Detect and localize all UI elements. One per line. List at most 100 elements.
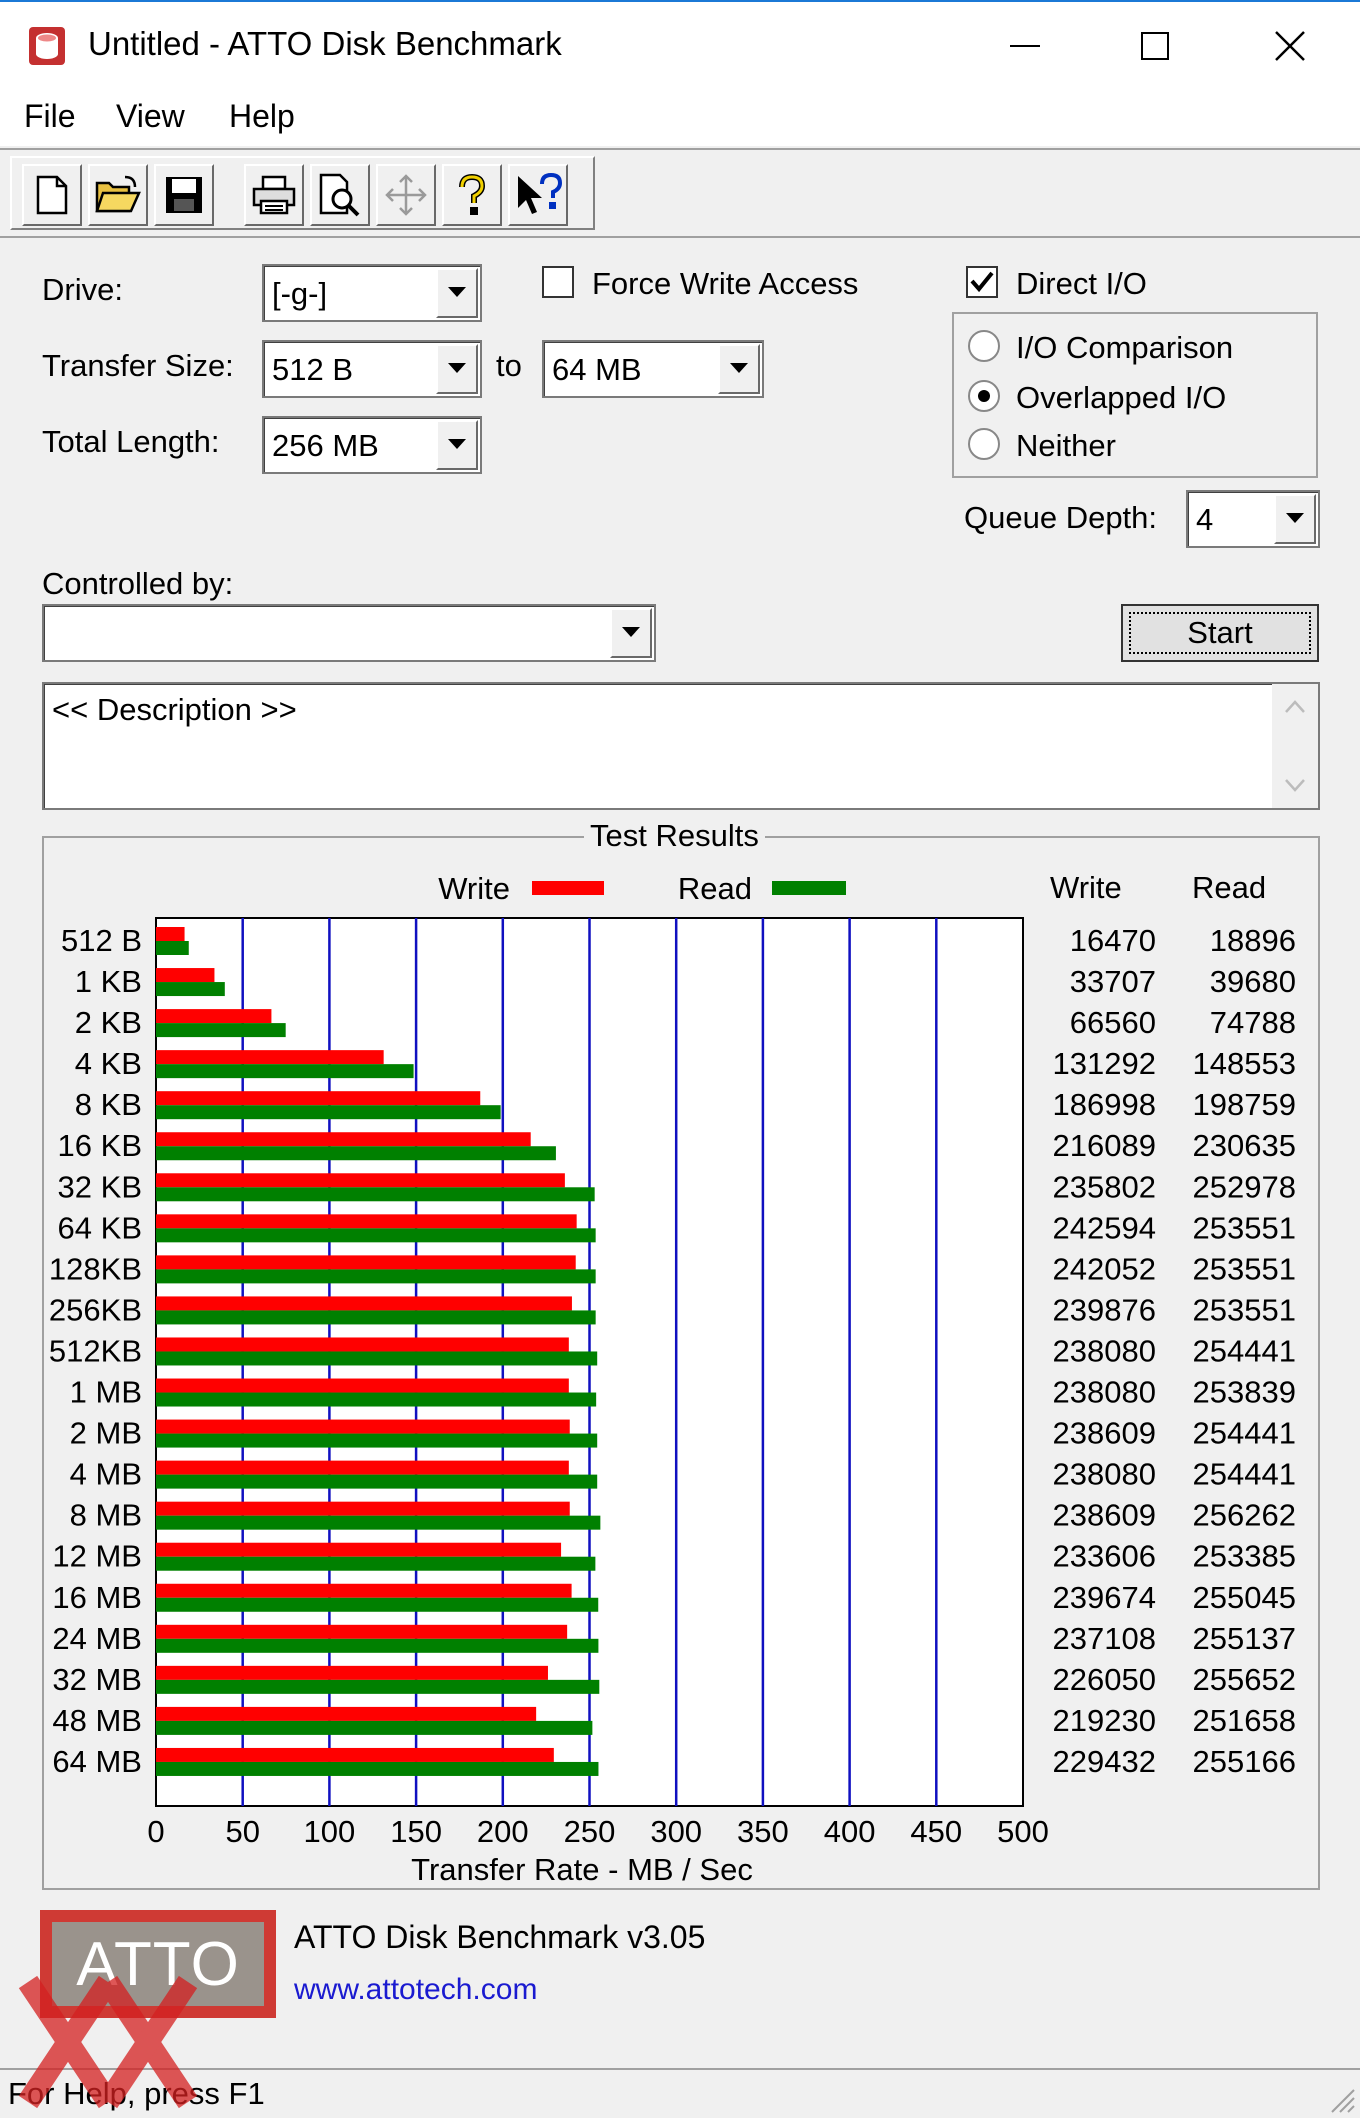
x-tick-label: 150 bbox=[390, 1814, 442, 1849]
x-tick-label: 0 bbox=[147, 1814, 164, 1849]
read-value: 74788 bbox=[1210, 1005, 1296, 1040]
read-value: 148553 bbox=[1193, 1046, 1296, 1081]
write-value: 66560 bbox=[1070, 1005, 1156, 1040]
write-bar bbox=[156, 1296, 572, 1311]
read-bar bbox=[156, 1392, 597, 1407]
read-bar bbox=[156, 1064, 414, 1079]
write-bar bbox=[156, 1337, 569, 1352]
write-bar bbox=[156, 1378, 569, 1393]
write-value: 219230 bbox=[1053, 1703, 1156, 1738]
read-value: 255652 bbox=[1193, 1662, 1296, 1697]
write-value: 238609 bbox=[1053, 1498, 1156, 1533]
category-label: 2 KB bbox=[75, 1005, 142, 1040]
read-value: 255137 bbox=[1193, 1621, 1296, 1656]
read-value: 254441 bbox=[1193, 1457, 1296, 1492]
write-bar bbox=[156, 1173, 565, 1188]
read-value: 254441 bbox=[1193, 1416, 1296, 1451]
write-value: 239674 bbox=[1053, 1580, 1156, 1615]
read-value: 230635 bbox=[1193, 1128, 1296, 1163]
write-bar bbox=[156, 927, 185, 941]
write-value: 233606 bbox=[1053, 1539, 1156, 1574]
watermark-icon bbox=[18, 1975, 198, 2109]
write-bar bbox=[156, 1255, 576, 1270]
x-tick-label: 250 bbox=[564, 1814, 616, 1849]
read-bar bbox=[156, 1228, 596, 1243]
category-label: 4 KB bbox=[75, 1046, 142, 1081]
read-bar bbox=[156, 1515, 601, 1530]
website-link[interactable]: www.attotech.com bbox=[294, 1972, 537, 2008]
legend-read-swatch bbox=[772, 881, 846, 895]
write-bar bbox=[156, 1501, 570, 1516]
write-bar bbox=[156, 968, 215, 983]
read-bar bbox=[156, 1720, 593, 1735]
read-bar bbox=[156, 1351, 598, 1366]
read-bar bbox=[156, 1556, 596, 1571]
category-label: 2 MB bbox=[70, 1416, 142, 1451]
write-bar bbox=[156, 1542, 562, 1557]
read-value: 253551 bbox=[1193, 1292, 1296, 1327]
read-value: 253385 bbox=[1193, 1539, 1296, 1574]
x-tick-label: 400 bbox=[824, 1814, 876, 1849]
category-label: 24 MB bbox=[52, 1621, 142, 1656]
x-tick-label: 450 bbox=[910, 1814, 962, 1849]
category-label: 512KB bbox=[49, 1333, 142, 1368]
write-value: 239876 bbox=[1053, 1292, 1156, 1327]
read-bar bbox=[156, 1679, 600, 1694]
write-bar bbox=[156, 1419, 570, 1434]
write-bar bbox=[156, 1214, 577, 1229]
category-label: 16 MB bbox=[52, 1580, 142, 1615]
read-value: 253551 bbox=[1193, 1210, 1296, 1245]
write-bar bbox=[156, 1050, 384, 1065]
category-label: 128KB bbox=[49, 1251, 142, 1286]
read-bar bbox=[156, 1310, 596, 1325]
category-label: 256KB bbox=[49, 1292, 142, 1327]
write-value: 229432 bbox=[1053, 1744, 1156, 1779]
category-label: 32 KB bbox=[58, 1169, 142, 1204]
category-label: 12 MB bbox=[52, 1539, 142, 1574]
write-bar bbox=[156, 1091, 481, 1106]
read-value: 253839 bbox=[1193, 1375, 1296, 1410]
write-value: 16470 bbox=[1070, 923, 1156, 958]
write-bar bbox=[156, 1132, 531, 1147]
write-bar bbox=[156, 1706, 537, 1721]
transfer-rate-chart: 0 50 100 150 200 250 300 350 400 450 500 Transfer R… bbox=[49, 871, 1296, 1887]
read-bar bbox=[156, 1269, 596, 1284]
read-bar bbox=[156, 1105, 501, 1120]
category-label: 16 KB bbox=[58, 1128, 142, 1163]
category-label: 32 MB bbox=[52, 1662, 142, 1697]
category-label: 512 B bbox=[61, 923, 142, 958]
category-label: 8 MB bbox=[70, 1498, 142, 1533]
write-value: 186998 bbox=[1053, 1087, 1156, 1122]
read-value: 198759 bbox=[1193, 1087, 1296, 1122]
category-label: 1 MB bbox=[70, 1375, 142, 1410]
read-bar bbox=[156, 1187, 595, 1202]
write-bar bbox=[156, 1747, 554, 1762]
x-tick-label: 350 bbox=[737, 1814, 789, 1849]
x-tick-label: 200 bbox=[477, 1814, 529, 1849]
read-value: 255166 bbox=[1193, 1744, 1296, 1779]
write-value: 238609 bbox=[1053, 1416, 1156, 1451]
write-value: 237108 bbox=[1053, 1621, 1156, 1656]
legend-write-label: Write bbox=[438, 871, 510, 906]
x-tick-label: 100 bbox=[304, 1814, 356, 1849]
read-value: 254441 bbox=[1193, 1333, 1296, 1368]
x-tick-label: 500 bbox=[997, 1814, 1049, 1849]
write-value: 238080 bbox=[1053, 1457, 1156, 1492]
read-value: 255045 bbox=[1193, 1580, 1296, 1615]
read-bar bbox=[156, 1433, 598, 1448]
read-value: 18896 bbox=[1210, 923, 1296, 958]
x-axis-label: Transfer Rate - MB / Sec bbox=[411, 1852, 753, 1887]
write-value: 242594 bbox=[1053, 1210, 1156, 1245]
version-text: ATTO Disk Benchmark v3.05 bbox=[294, 1919, 706, 1955]
read-value: 39680 bbox=[1210, 964, 1296, 999]
resize-grip-icon[interactable] bbox=[1326, 2084, 1356, 2114]
write-bar bbox=[156, 1665, 548, 1680]
write-value: 235802 bbox=[1053, 1169, 1156, 1204]
read-bar bbox=[156, 1597, 599, 1612]
read-bar bbox=[156, 1474, 598, 1489]
write-bar bbox=[156, 1624, 568, 1639]
read-value: 253551 bbox=[1193, 1251, 1296, 1286]
write-value: 238080 bbox=[1053, 1375, 1156, 1410]
read-value: 252978 bbox=[1193, 1169, 1296, 1204]
write-value: 131292 bbox=[1053, 1046, 1156, 1081]
